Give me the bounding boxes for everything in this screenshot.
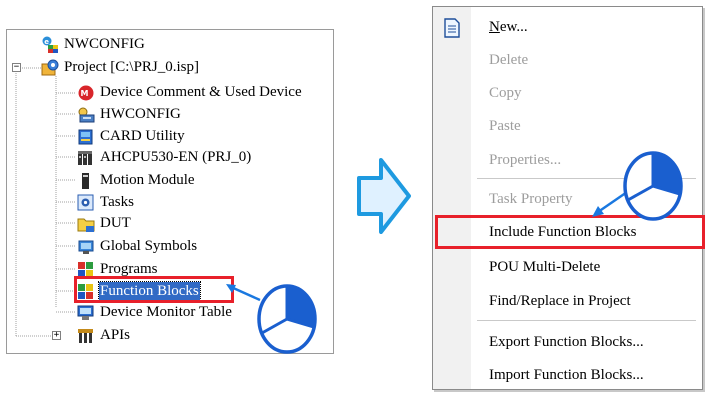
function-blocks-highlight: [74, 276, 234, 303]
global-symbols-icon: [77, 238, 95, 254]
apis-icon: [77, 327, 95, 343]
menu-label-delete: Delete: [489, 51, 529, 68]
dut-icon: [77, 215, 95, 232]
tree-item-label: Motion Module: [100, 172, 195, 188]
new-document-icon: [443, 18, 461, 43]
menu-label-new: New...: [489, 19, 528, 36]
tree-item-label: Global Symbols: [100, 238, 198, 254]
tree-item-label: Tasks: [100, 194, 134, 210]
svg-text:M: M: [81, 89, 89, 98]
transition-arrow-icon: [357, 158, 411, 234]
hwconfig-icon: [77, 106, 95, 123]
menu-item-import-function-blocks[interactable]: Import Function Blocks...: [433, 360, 702, 390]
tree-item-apis[interactable]: APIs: [77, 325, 131, 345]
device-monitor-icon: [77, 304, 95, 320]
tree-item-label: HWCONFIG: [100, 106, 181, 122]
tree-item-global-symbols[interactable]: Global Symbols: [77, 236, 198, 256]
menu-label-properties: Properties...: [489, 151, 562, 168]
programs-icon: [77, 261, 95, 277]
menu-item-paste[interactable]: Paste: [433, 111, 702, 141]
tree-item-card-utility[interactable]: CARD Utility: [77, 126, 186, 146]
tree-item-label: APIs: [100, 327, 131, 343]
menu-item-copy[interactable]: Copy: [433, 78, 702, 108]
menu-label-pou-multi-delete: POU Multi-Delete: [489, 258, 601, 275]
cpu-icon: [77, 149, 95, 165]
motion-module-icon: [77, 172, 95, 189]
tree-item-motion-module[interactable]: Motion Module: [77, 170, 196, 190]
tree-item-device-comment[interactable]: M Device Comment & Used Device: [77, 82, 303, 102]
menu-label-copy: Copy: [489, 84, 522, 101]
new-rest: ew...: [499, 18, 528, 35]
tree-item-cpu[interactable]: AHCPU530-EN (PRJ_0): [77, 147, 252, 167]
tree-item-label: AHCPU530-EN (PRJ_0): [100, 149, 252, 165]
tree-item-label: NWCONFIG: [64, 36, 145, 52]
step-pie-indicator-right: [623, 151, 683, 221]
tree-item-hwconfig[interactable]: HWCONFIG: [77, 104, 182, 124]
tree-item-dut[interactable]: DUT: [77, 213, 132, 233]
menu-label-export-function-blocks: Export Function Blocks...: [489, 333, 644, 350]
tree-item-label: Device Monitor Table: [100, 304, 232, 320]
tree-item-label: CARD Utility: [100, 128, 185, 144]
apis-expand-toggle[interactable]: +: [52, 331, 61, 340]
nwconfig-icon: e: [41, 36, 59, 53]
tree-item-tasks[interactable]: Tasks: [77, 192, 135, 212]
menu-label-task-property: Task Property: [489, 190, 573, 207]
menu-item-export-function-blocks[interactable]: Export Function Blocks...: [433, 327, 702, 357]
menu-label-paste: Paste: [489, 117, 521, 134]
menu-label-import-function-blocks: Import Function Blocks...: [489, 366, 644, 383]
tree-item-nwconfig[interactable]: e NWCONFIG: [41, 34, 146, 54]
tasks-icon: [77, 194, 95, 211]
project-collapse-toggle[interactable]: −: [12, 63, 21, 72]
tree-item-label: Project [C:\PRJ_0.isp]: [64, 59, 200, 75]
tree-item-project[interactable]: Project [C:\PRJ_0.isp]: [41, 57, 200, 77]
step-pie-indicator-left: [257, 284, 317, 354]
project-icon: [41, 59, 59, 76]
menu-item-pou-multi-delete[interactable]: POU Multi-Delete: [433, 252, 702, 282]
tree-item-label: Device Comment & Used Device: [100, 84, 302, 100]
menu-label-find-replace: Find/Replace in Project: [489, 292, 631, 309]
menu-separator: [477, 320, 696, 321]
tree-item-label: DUT: [100, 215, 131, 231]
menu-item-new[interactable]: New...: [433, 12, 702, 42]
device-comment-icon: M: [77, 84, 95, 101]
card-utility-icon: [77, 128, 95, 145]
tree-item-device-monitor-table[interactable]: Device Monitor Table: [77, 302, 233, 322]
menu-item-delete[interactable]: Delete: [433, 45, 702, 75]
menu-item-find-replace[interactable]: Find/Replace in Project: [433, 286, 702, 316]
svg-text:e: e: [44, 38, 49, 46]
new-mnemonic: N: [489, 18, 500, 35]
